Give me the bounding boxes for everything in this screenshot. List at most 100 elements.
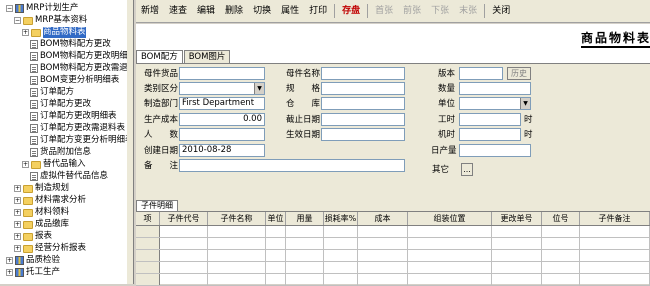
table-cell[interactable]: [542, 250, 580, 261]
table-cell[interactable]: [160, 274, 208, 285]
table-cell[interactable]: [266, 226, 286, 237]
expand-icon[interactable]: +: [14, 209, 21, 216]
unit-select[interactable]: ▼: [459, 97, 531, 110]
table-cell[interactable]: [542, 274, 580, 285]
tree-item[interactable]: + 制造规划: [14, 183, 69, 194]
toolbar-button[interactable]: 末张: [454, 0, 482, 23]
column-header[interactable]: 更改单号: [492, 212, 542, 225]
table-cell[interactable]: [408, 250, 492, 261]
dept-field[interactable]: First Department: [179, 97, 265, 110]
table-row[interactable]: [136, 262, 650, 274]
expand-icon[interactable]: +: [14, 197, 21, 204]
table-cell[interactable]: [358, 250, 408, 261]
tree-item[interactable]: 订单配方变更分析明细表: [30, 135, 133, 146]
expand-icon[interactable]: +: [14, 233, 21, 240]
table-cell[interactable]: [136, 238, 160, 249]
column-header[interactable]: 子件备注: [580, 212, 650, 225]
table-cell[interactable]: [580, 274, 650, 285]
table-cell[interactable]: [160, 226, 208, 237]
table-cell[interactable]: [286, 238, 324, 249]
table-row[interactable]: [136, 238, 650, 250]
tree-item[interactable]: + 报表: [14, 231, 52, 242]
table-cell[interactable]: [580, 238, 650, 249]
table-cell[interactable]: [208, 250, 266, 261]
table-cell[interactable]: [542, 238, 580, 249]
toolbar-button[interactable]: 前张: [398, 0, 426, 23]
table-cell[interactable]: [580, 262, 650, 273]
table-cell[interactable]: [358, 226, 408, 237]
toolbar-button[interactable]: 删除: [220, 0, 248, 23]
table-cell[interactable]: [266, 238, 286, 249]
table-cell[interactable]: [136, 226, 160, 237]
column-header[interactable]: 子件名称: [208, 212, 266, 225]
expand-icon[interactable]: +: [14, 221, 21, 228]
tree-item[interactable]: 订单配方更改需退料表: [30, 123, 125, 134]
expand-icon[interactable]: +: [14, 245, 21, 252]
table-cell[interactable]: [208, 274, 266, 285]
table-row[interactable]: [136, 250, 650, 262]
table-cell[interactable]: [408, 274, 492, 285]
table-cell[interactable]: [408, 262, 492, 273]
toolbar-button[interactable]: 首张: [370, 0, 398, 23]
table-cell[interactable]: [492, 226, 542, 237]
cost-field[interactable]: 0.00: [179, 113, 265, 126]
table-cell[interactable]: [286, 226, 324, 237]
expand-icon[interactable]: +: [22, 161, 29, 168]
table-cell[interactable]: [358, 274, 408, 285]
column-header[interactable]: 成本: [358, 212, 408, 225]
toolbar-button[interactable]: 下张: [426, 0, 454, 23]
tree-item[interactable]: 订单配方更改: [30, 99, 91, 110]
table-cell[interactable]: [492, 274, 542, 285]
table-cell[interactable]: [492, 238, 542, 249]
version-field[interactable]: [459, 67, 503, 80]
remark-field[interactable]: [179, 159, 405, 172]
tree-item[interactable]: BOM物料配方更改明细: [30, 51, 128, 62]
collapse-icon[interactable]: −: [14, 17, 21, 24]
effective-date-field[interactable]: [321, 128, 405, 141]
column-header[interactable]: 损耗率%: [324, 212, 358, 225]
table-cell[interactable]: [136, 274, 160, 285]
toolbar-button[interactable]: 编辑: [192, 0, 220, 23]
table-row[interactable]: [136, 226, 650, 238]
headcount-field[interactable]: [179, 128, 265, 141]
expand-icon[interactable]: +: [14, 185, 21, 192]
tree-item[interactable]: + 品质检验: [6, 255, 60, 266]
tree-item[interactable]: + 托工生产: [6, 267, 60, 278]
expand-icon[interactable]: +: [6, 269, 13, 276]
table-cell[interactable]: [408, 238, 492, 249]
sub-items-grid[interactable]: 项子件代号 子件名称 单位 用量 损耗率% 成本 组装位置 更改单号 位号 子件备注: [136, 211, 650, 286]
tab-bom-recipe[interactable]: BOM配方: [136, 50, 183, 63]
table-cell[interactable]: [266, 250, 286, 261]
table-cell[interactable]: [286, 274, 324, 285]
daily-output-field[interactable]: [459, 144, 531, 157]
collapse-icon[interactable]: −: [6, 5, 13, 12]
table-cell[interactable]: [160, 262, 208, 273]
column-header[interactable]: 子件代号: [160, 212, 208, 225]
table-cell[interactable]: [160, 238, 208, 249]
table-cell[interactable]: [324, 238, 358, 249]
table-cell[interactable]: [266, 262, 286, 273]
tree-item[interactable]: + 材料领料: [14, 207, 69, 218]
table-cell[interactable]: [324, 274, 358, 285]
parent-name-field[interactable]: [321, 67, 405, 80]
table-cell[interactable]: [324, 250, 358, 261]
worktime-field[interactable]: [459, 113, 521, 126]
table-cell[interactable]: [492, 262, 542, 273]
chevron-down-icon[interactable]: ▼: [520, 98, 530, 109]
table-cell[interactable]: [160, 250, 208, 261]
toolbar-button[interactable]: 打印: [304, 0, 332, 23]
table-cell[interactable]: [136, 250, 160, 261]
column-header[interactable]: 组装位置: [408, 212, 492, 225]
table-cell[interactable]: [208, 238, 266, 249]
tree-item[interactable]: BOM物料配方更改: [30, 39, 111, 50]
parent-item-field[interactable]: [179, 67, 265, 80]
tree-item[interactable]: + 成品缴库: [14, 219, 69, 230]
tree-item[interactable]: + 商品物料表: [22, 27, 86, 38]
toolbar-button[interactable]: 新增: [136, 0, 164, 23]
created-date-field[interactable]: 2010-08-28: [179, 144, 265, 157]
tree-item[interactable]: + 经营分析报表: [14, 243, 86, 254]
column-header[interactable]: 用量: [286, 212, 324, 225]
table-cell[interactable]: [580, 226, 650, 237]
table-cell[interactable]: [208, 226, 266, 237]
toolbar-button[interactable]: 属性: [276, 0, 304, 23]
